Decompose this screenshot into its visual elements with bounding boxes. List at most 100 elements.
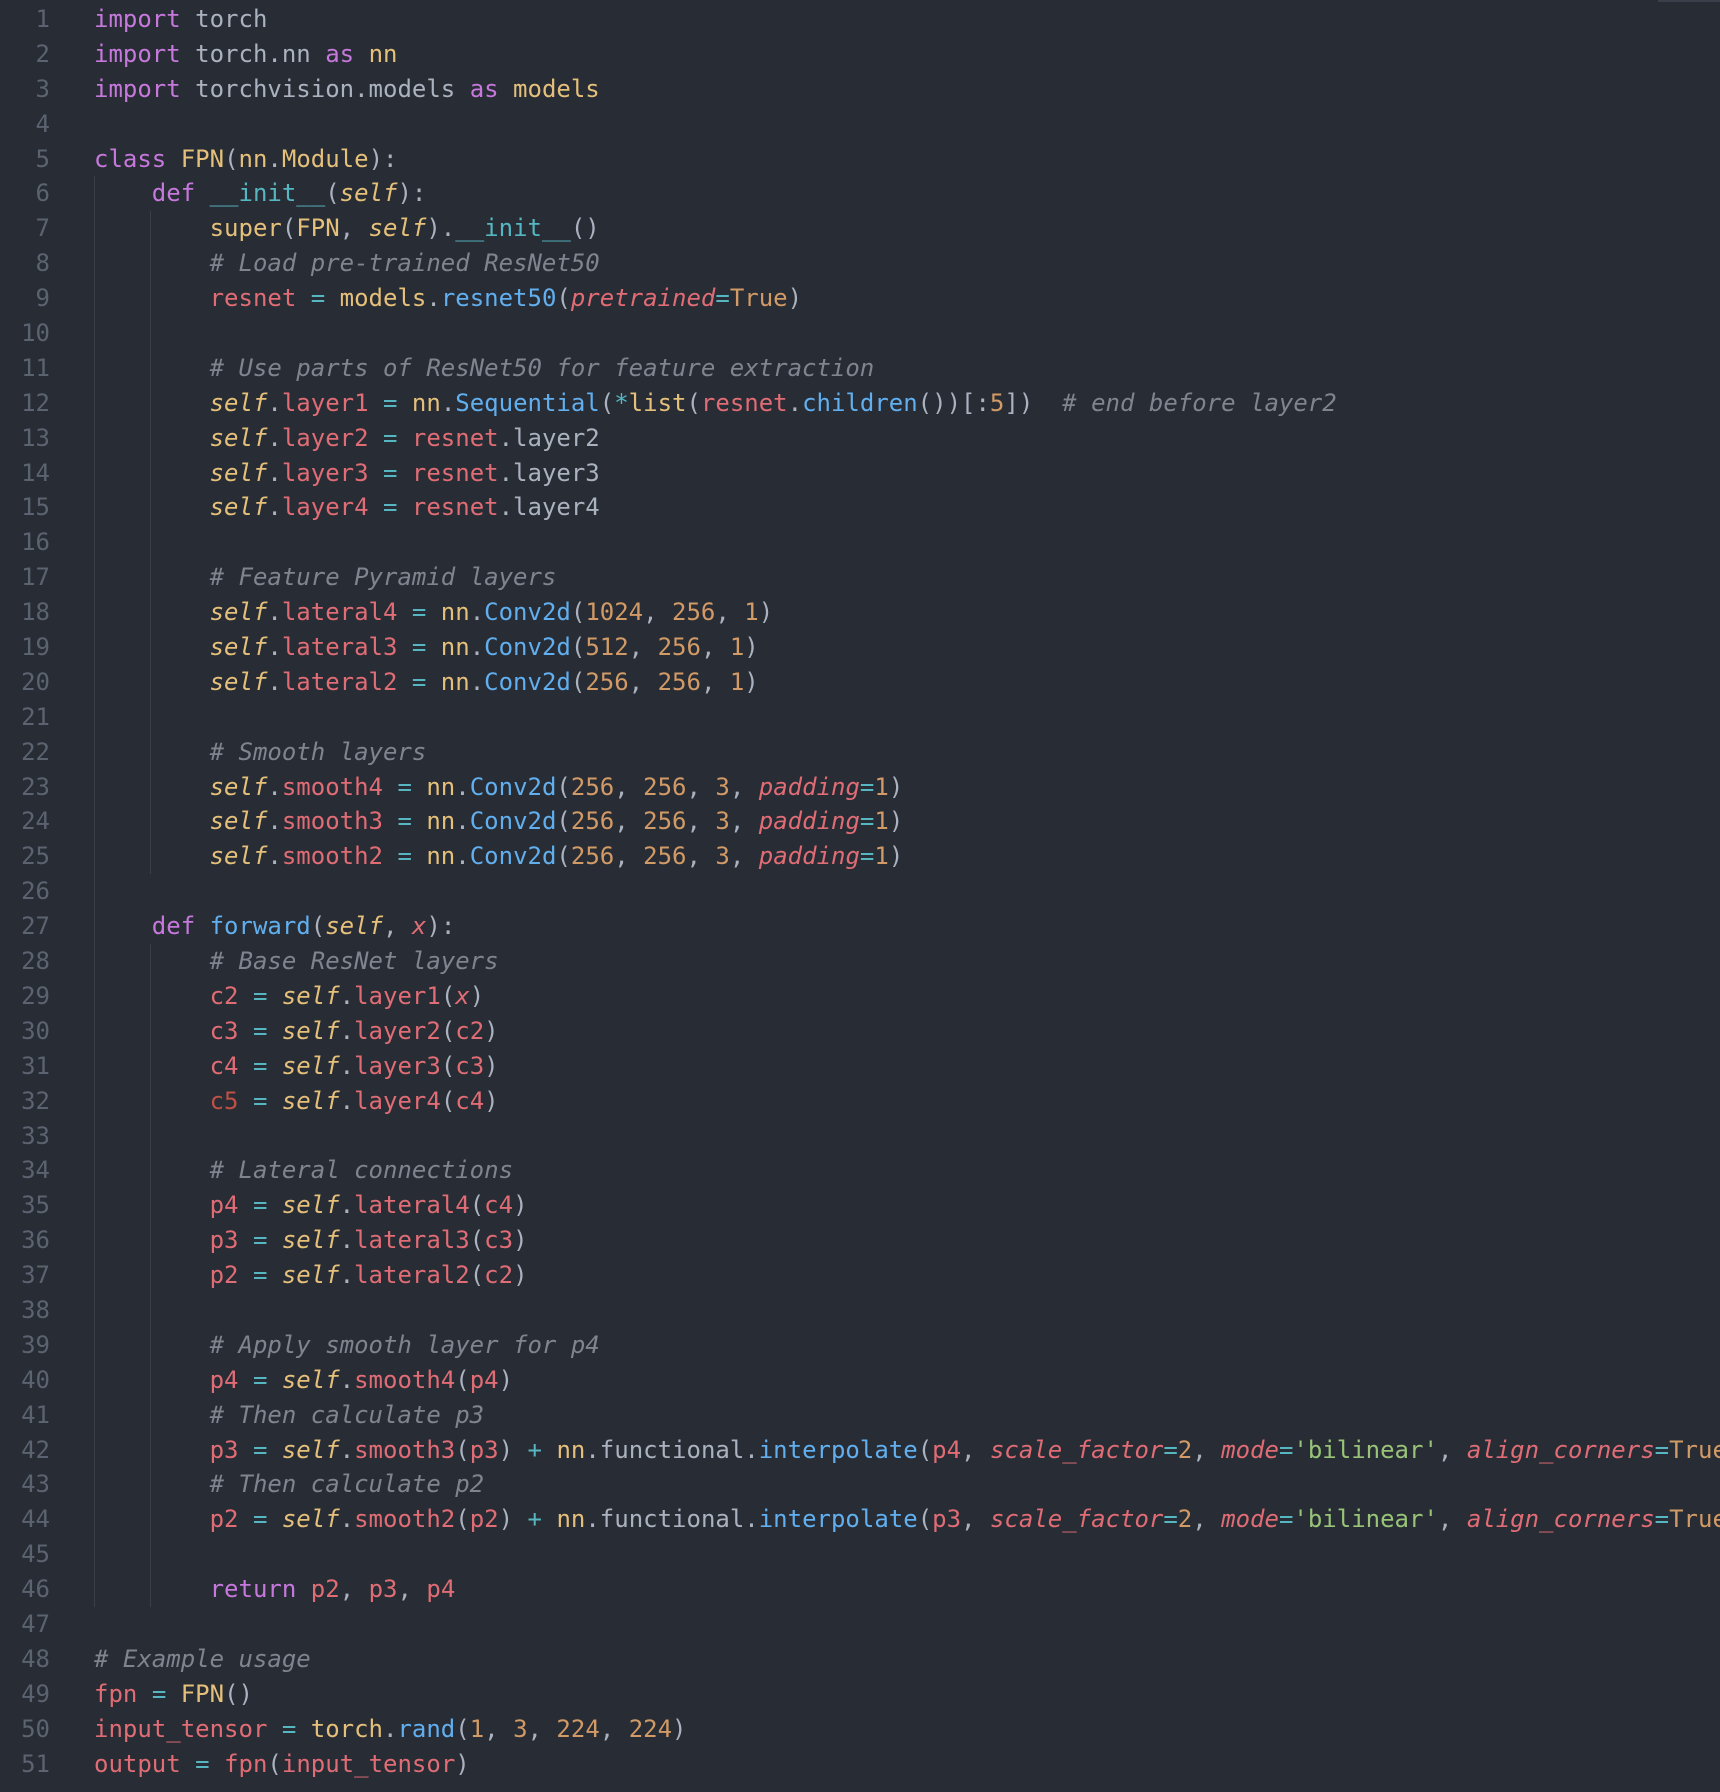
code-line[interactable]: 38 <box>0 1292 1720 1328</box>
line-text: p4 = self.lateral4(c4) <box>94 1188 528 1223</box>
code-token: ( <box>440 1086 456 1115</box>
code-line[interactable]: 48 # Example usage <box>0 1642 1720 1677</box>
code-token: self <box>281 1086 340 1115</box>
line-number: 34 <box>21 1156 50 1185</box>
code-line[interactable]: 33 <box>0 1118 1720 1154</box>
code-line[interactable]: 22 # Smooth layers <box>0 734 1720 770</box>
code-line[interactable]: 26 <box>0 874 1720 910</box>
code-line[interactable]: 13 self.layer2 = resnet.layer2 <box>0 420 1720 456</box>
code-line[interactable]: 24 self.smooth3 = nn.Conv2d(256, 256, 3,… <box>0 804 1720 840</box>
code-line[interactable]: 2 import torch.nn as nn <box>0 37 1720 72</box>
code-line[interactable]: 49 fpn = FPN() <box>0 1677 1720 1712</box>
code-line[interactable]: 16 <box>0 525 1720 561</box>
code-line[interactable]: 36 p3 = self.lateral3(c3) <box>0 1223 1720 1259</box>
code-line[interactable]: 11 # Use parts of ResNet50 for feature e… <box>0 350 1720 386</box>
code-line[interactable]: 21 <box>0 699 1720 735</box>
code-line[interactable]: 5 class FPN(nn.Module): <box>0 142 1720 177</box>
code-line[interactable]: 44 p2 = self.smooth2(p2) + nn.functional… <box>0 1502 1720 1538</box>
code-token: self <box>325 912 384 941</box>
code-line[interactable]: 4 <box>0 107 1720 142</box>
code-token: .layer2 <box>498 423 600 452</box>
code-line[interactable]: 46 return p2, p3, p4 <box>0 1572 1720 1607</box>
code-line[interactable]: 12 self.layer1 = nn.Sequential(*list(res… <box>0 385 1720 421</box>
line-number: 47 <box>21 1609 50 1638</box>
code-line[interactable]: 35 p4 = self.lateral4(c4) <box>0 1188 1720 1224</box>
code-token: self <box>281 981 340 1010</box>
code-line[interactable]: 39 # Apply smooth layer for p4 <box>0 1327 1720 1363</box>
code-line[interactable]: 34 # Lateral connections <box>0 1153 1720 1189</box>
code-token: = <box>859 807 875 836</box>
code-line[interactable]: 45 <box>0 1537 1720 1573</box>
code-token: ( <box>440 1016 456 1045</box>
code-token: Conv2d <box>484 598 571 627</box>
code-line[interactable]: 51 output = fpn(input_tensor) <box>0 1747 1720 1782</box>
code-token: c2 <box>484 1261 514 1290</box>
code-token: self <box>209 493 268 522</box>
line-text: # Example usage <box>94 1642 311 1677</box>
code-editor[interactable]: 1 import torch 2 import torch.nn as nn 3 impo… <box>0 0 1720 1792</box>
code-token: forward <box>209 912 311 941</box>
code-line[interactable]: 10 <box>0 316 1720 351</box>
code-token: ) <box>513 1191 528 1220</box>
code-token: resnet50 <box>440 284 557 313</box>
code-token: c3 <box>209 1016 239 1045</box>
code-token: 1024 <box>585 598 644 627</box>
code-line[interactable]: 3 import torchvision.models as models <box>0 72 1720 107</box>
code-line[interactable]: 41 # Then calculate p3 <box>0 1397 1720 1433</box>
code-line[interactable]: 37 p2 = self.lateral2(c2) <box>0 1258 1720 1293</box>
code-line[interactable]: 28 # Base ResNet layers <box>0 944 1720 979</box>
code-token: # Smooth layers <box>209 737 427 766</box>
code-line[interactable]: 47 <box>0 1607 1720 1642</box>
code-line[interactable]: 1 import torch <box>0 2 1720 37</box>
code-line[interactable]: 17 # Feature Pyramid layers <box>0 560 1720 596</box>
code-line[interactable]: 29 c2 = self.layer1(x) <box>0 978 1720 1014</box>
code-token: ( <box>455 1505 470 1534</box>
code-line[interactable]: 9 resnet = models.resnet50(pretrained=Tr… <box>0 281 1720 317</box>
code-token: resnet <box>411 458 499 487</box>
code-token: fpn <box>94 1679 138 1708</box>
code-line[interactable]: 40 p4 = self.smooth4(p4) <box>0 1362 1720 1398</box>
code-token: FPN <box>180 144 225 173</box>
code-line[interactable]: 20 self.lateral2 = nn.Conv2d(256, 256, 1… <box>0 664 1720 700</box>
code-line[interactable]: 50 input_tensor = torch.rand(1, 3, 224, 2… <box>0 1712 1720 1747</box>
code-token: , <box>961 1505 990 1534</box>
line-text: c2 = self.layer1(x) <box>94 979 485 1014</box>
code-line[interactable]: 7 super(FPN, self).__init__() <box>0 211 1720 247</box>
code-token: , <box>614 807 644 836</box>
code-token: smooth2 <box>281 842 383 871</box>
code-token: rand <box>397 1714 456 1743</box>
code-line[interactable]: 25 self.smooth2 = nn.Conv2d(256, 256, 3,… <box>0 839 1720 875</box>
code-line[interactable]: 19 self.lateral3 = nn.Conv2d(512, 256, 1… <box>0 630 1720 665</box>
code-line[interactable]: 42 p3 = self.smooth3(p3) + nn.functional… <box>0 1432 1720 1468</box>
code-token: 256 <box>657 633 701 662</box>
line-number: 9 <box>35 284 50 313</box>
code-line[interactable]: 43 # Then calculate p2 <box>0 1467 1720 1503</box>
code-token: p2 <box>209 1505 239 1534</box>
code-line[interactable]: 31 c4 = self.layer3(c3) <box>0 1048 1720 1084</box>
code-area[interactable]: 1 import torch 2 import torch.nn as nn 3 impo… <box>0 2 1720 1781</box>
code-token: p4 <box>932 1435 962 1464</box>
code-line[interactable]: 14 self.layer3 = resnet.layer3 <box>0 455 1720 491</box>
line-text: self.layer4 = resnet.layer4 <box>94 490 600 525</box>
code-line[interactable]: 23 self.smooth4 = nn.Conv2d(256, 256, 3,… <box>0 769 1720 805</box>
code-line[interactable]: 18 self.lateral4 = nn.Conv2d(1024, 256, … <box>0 595 1720 631</box>
line-text: super(FPN, self).__init__() <box>94 211 600 246</box>
code-token: ())[: <box>917 388 990 417</box>
code-token: self <box>281 1365 340 1394</box>
code-token: lateral3 <box>281 633 398 662</box>
code-token: . <box>339 1051 355 1080</box>
code-token: torch <box>310 1714 383 1743</box>
code-line[interactable]: 32 c5 = self.layer4(c4) <box>0 1083 1720 1119</box>
code-line[interactable]: 27 def forward(self, x): <box>0 909 1720 945</box>
code-line[interactable]: 15 self.layer4 = resnet.layer4 <box>0 490 1720 526</box>
code-line[interactable]: 6 def __init__(self): <box>0 176 1720 212</box>
code-token: p2 <box>209 1261 239 1290</box>
line-number: 31 <box>21 1051 50 1080</box>
code-line[interactable]: 30 c3 = self.layer2(c2) <box>0 1013 1720 1049</box>
line-number: 2 <box>35 39 50 68</box>
code-line[interactable]: 8 # Load pre-trained ResNet50 <box>0 246 1720 282</box>
